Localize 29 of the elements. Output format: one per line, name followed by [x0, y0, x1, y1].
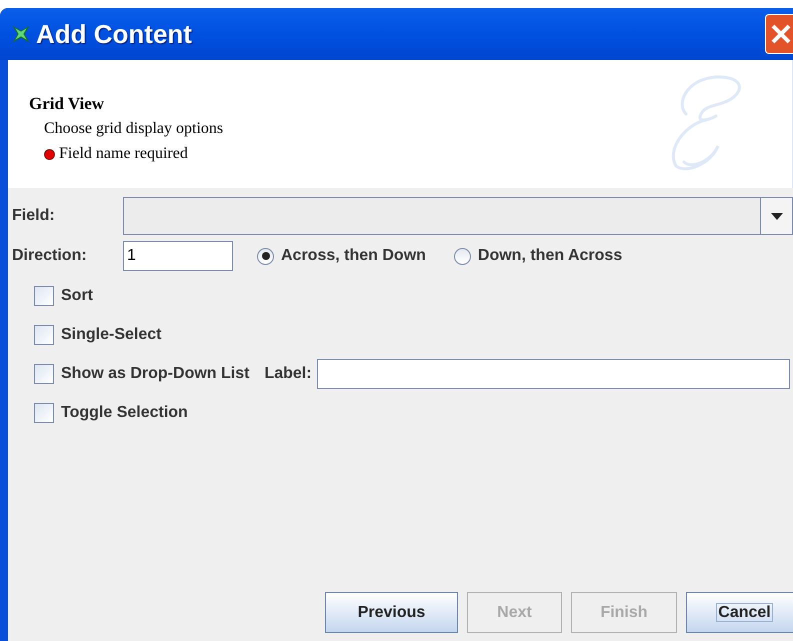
- checkbox[interactable]: [34, 364, 54, 384]
- label-caption: Label:: [264, 364, 312, 384]
- close-button[interactable]: [765, 14, 793, 54]
- dialog-button[interactable]: Cancel: [686, 592, 793, 633]
- label-field[interactable]: [316, 359, 790, 389]
- checkbox[interactable]: [34, 325, 54, 345]
- dialog-button[interactable]: Previous: [325, 592, 458, 633]
- field-label: Field:: [11, 206, 56, 226]
- checkbox[interactable]: [34, 286, 54, 306]
- error-message: Field name required: [59, 144, 188, 164]
- dropdown-arrow-icon: [770, 212, 782, 220]
- checkbox-label: Single-Select: [61, 325, 162, 345]
- page-subtitle: Choose grid display options: [44, 119, 224, 139]
- direction-label: Direction:: [11, 246, 88, 266]
- window-title: Add Content: [36, 18, 192, 50]
- checkbox-label: Sort: [61, 286, 93, 306]
- app-icon: [12, 25, 30, 43]
- radio-label: Down, then Across: [478, 246, 622, 266]
- error-icon: [44, 148, 55, 160]
- page-title: Grid View: [29, 93, 106, 115]
- checkbox-label: Toggle Selection: [61, 403, 188, 423]
- radio-label: Across, then Down: [281, 246, 426, 266]
- field-dropdown[interactable]: [123, 197, 793, 235]
- checkbox-label: Show as Drop-Down List: [61, 364, 250, 384]
- checkbox[interactable]: [34, 403, 54, 423]
- radio-button[interactable]: [454, 248, 471, 264]
- direction-field[interactable]: 1: [123, 241, 233, 271]
- close-icon: [770, 23, 792, 45]
- radio-button[interactable]: [257, 248, 274, 264]
